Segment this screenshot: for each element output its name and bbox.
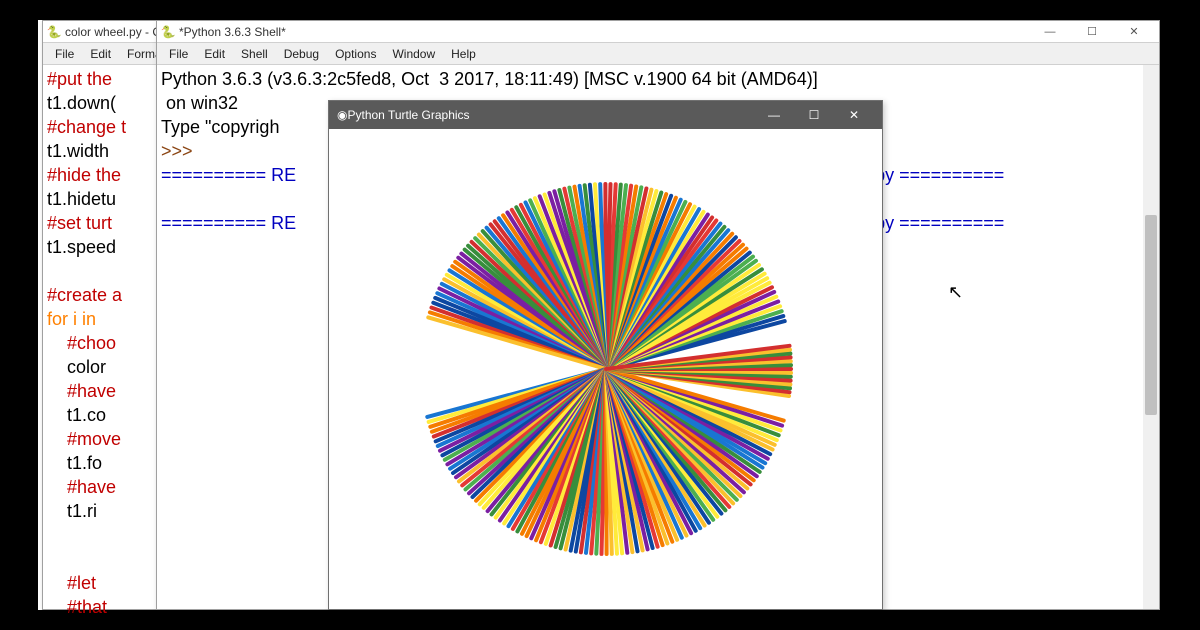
code-line: t1.fo — [47, 451, 167, 475]
menu-help[interactable]: Help — [443, 45, 484, 63]
turtle-icon: ◉ — [337, 108, 347, 122]
code-line: #change t — [47, 115, 167, 139]
python-icon: 🐍 — [47, 25, 61, 39]
code-line: #put the — [47, 67, 167, 91]
maximize-button[interactable]: ☐ — [794, 101, 834, 129]
editor-menubar[interactable]: FileEditFormat — [43, 43, 171, 65]
code-line: for i in — [47, 307, 167, 331]
editor-code[interactable]: #put thet1.down(#change tt1.width#hide t… — [43, 65, 171, 621]
mouse-cursor-icon: ↖ — [948, 282, 963, 303]
python-icon: 🐍 — [161, 25, 175, 39]
code-line: #choo — [47, 331, 167, 355]
menu-edit[interactable]: Edit — [196, 45, 233, 63]
code-line: t1.down( — [47, 91, 167, 115]
menu-debug[interactable]: Debug — [276, 45, 327, 63]
minimize-button[interactable]: — — [1029, 21, 1071, 43]
code-line: #have — [47, 475, 167, 499]
code-line: #let — [47, 571, 167, 595]
editor-titlebar[interactable]: 🐍 color wheel.py - C… — [43, 21, 171, 43]
menu-options[interactable]: Options — [327, 45, 384, 63]
code-line: #hide the — [47, 163, 167, 187]
code-line: #create a — [47, 283, 167, 307]
maximize-button[interactable]: ☐ — [1071, 21, 1113, 43]
desktop: 🐍 color wheel.py - C… FileEditFormat #pu… — [38, 20, 1160, 610]
minimize-button[interactable]: — — [754, 101, 794, 129]
shell-window-controls: — ☐ ✕ — [1029, 21, 1155, 43]
code-line: t1.ri — [47, 499, 167, 523]
menu-file[interactable]: File — [47, 45, 82, 63]
code-line: #have — [47, 379, 167, 403]
editor-window: 🐍 color wheel.py - C… FileEditFormat #pu… — [42, 20, 172, 610]
menu-edit[interactable]: Edit — [82, 45, 119, 63]
code-line: t1.co — [47, 403, 167, 427]
scrollbar-thumb[interactable] — [1145, 215, 1157, 415]
code-line — [47, 259, 167, 283]
code-line: t1.hidetu — [47, 187, 167, 211]
turtle-title: Python Turtle Graphics — [347, 108, 754, 122]
shell-title: *Python 3.6.3 Shell* — [179, 25, 1029, 39]
shell-titlebar[interactable]: 🐍 *Python 3.6.3 Shell* — ☐ ✕ — [157, 21, 1159, 43]
turtle-titlebar[interactable]: ◉ Python Turtle Graphics — ☐ ✕ — [329, 101, 882, 129]
code-line: color — [47, 355, 167, 379]
code-line — [47, 547, 167, 571]
shell-menubar[interactable]: FileEditShellDebugOptionsWindowHelp — [157, 43, 1159, 65]
close-button[interactable]: ✕ — [834, 101, 874, 129]
close-button[interactable]: ✕ — [1113, 21, 1155, 43]
turtle-canvas — [329, 129, 882, 609]
shell-line: Python 3.6.3 (v3.6.3:2c5fed8, Oct 3 2017… — [161, 67, 1155, 91]
code-line — [47, 523, 167, 547]
menu-shell[interactable]: Shell — [233, 45, 276, 63]
code-line: #that — [47, 595, 167, 619]
menu-file[interactable]: File — [161, 45, 196, 63]
code-line: #move — [47, 427, 167, 451]
shell-scrollbar[interactable] — [1143, 65, 1159, 609]
code-line: t1.speed — [47, 235, 167, 259]
editor-title: color wheel.py - C… — [65, 25, 167, 39]
menu-window[interactable]: Window — [384, 45, 443, 63]
code-line: #set turt — [47, 211, 167, 235]
code-line: t1.width — [47, 139, 167, 163]
turtle-window: ◉ Python Turtle Graphics — ☐ ✕ — [328, 100, 883, 610]
color-wheel-drawing — [396, 159, 816, 579]
